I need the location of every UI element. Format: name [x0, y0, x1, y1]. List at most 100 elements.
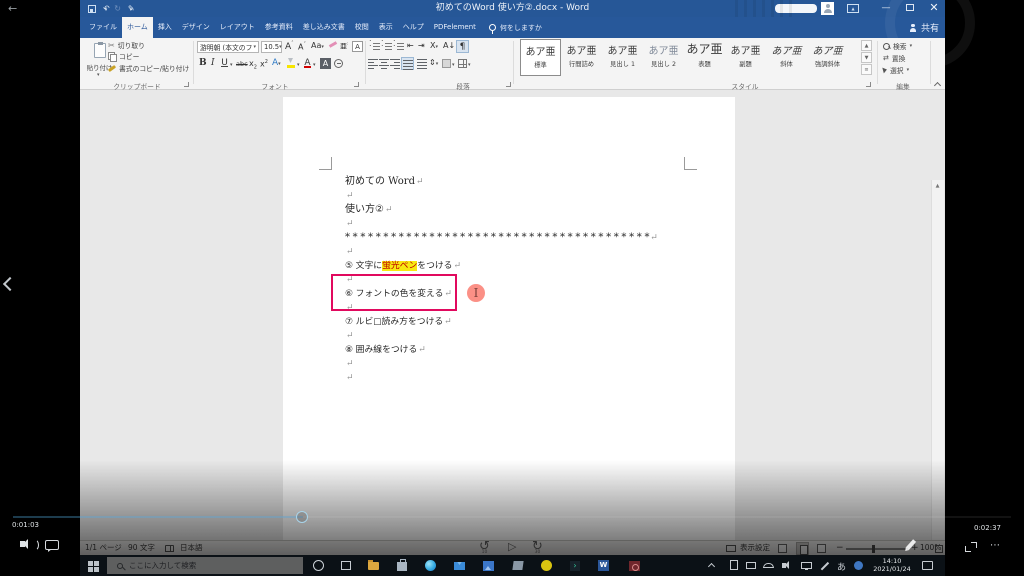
font-color-button[interactable]: A	[303, 58, 312, 68]
clipboard-dialog-launcher[interactable]	[184, 82, 189, 87]
zoom-slider-track[interactable]	[846, 548, 908, 550]
tray-pen-icon[interactable]	[821, 562, 829, 570]
language-indicator[interactable]: 日本語	[180, 541, 203, 556]
distribute-button[interactable]	[417, 58, 427, 69]
align-left-button[interactable]	[368, 58, 378, 69]
numbering-button[interactable]	[381, 41, 392, 52]
print-layout-icon[interactable]	[796, 542, 809, 555]
character-border-button[interactable]: A	[352, 41, 363, 52]
file-explorer-icon[interactable]	[368, 562, 379, 570]
borders-caret[interactable]: ▾	[468, 62, 471, 68]
web-layout-icon[interactable]	[817, 544, 826, 553]
doc-line[interactable]: * * * * * * * * * * * * * * * * * * * * …	[345, 231, 725, 245]
scroll-up-icon[interactable]: ▲	[933, 182, 942, 191]
ribbon-tab[interactable]: ファイル	[84, 17, 122, 38]
ribbon-tab[interactable]: 差し込み文書	[298, 17, 350, 38]
cortana-icon[interactable]	[313, 560, 324, 571]
share-button[interactable]: 共有	[909, 17, 939, 38]
ribbon-tab[interactable]: ホーム	[122, 17, 153, 38]
line-spacing-button[interactable]: ⇕▾	[429, 58, 438, 67]
volume-icon[interactable]	[20, 541, 25, 547]
doc-line[interactable]: ↵	[345, 329, 725, 343]
tray-clock[interactable]: 14:102021/01/24	[868, 558, 916, 573]
multilevel-list-button[interactable]	[393, 41, 404, 52]
ribbon-tab[interactable]: レイアウト	[215, 17, 260, 38]
word-count[interactable]: 90 文字	[128, 541, 155, 556]
share-app-icon[interactable]: ›	[570, 561, 580, 571]
ribbon-tab[interactable]: 校閲	[350, 17, 374, 38]
tray-folder-icon[interactable]	[746, 562, 756, 569]
tray-onedrive-icon[interactable]	[763, 563, 774, 568]
style-item[interactable]: あア亜標準	[520, 39, 561, 76]
doc-line[interactable]: ↵	[345, 245, 725, 259]
highlight-caret[interactable]: ▾	[297, 62, 300, 68]
tray-volume-icon[interactable]	[782, 563, 786, 568]
bold-button[interactable]: B	[199, 58, 207, 68]
tray-ime-icon[interactable]: あ	[837, 560, 846, 573]
font-name-combo[interactable]: 游明朝 (本文のフ▾	[197, 41, 259, 53]
doc-line[interactable]: ↵	[345, 217, 725, 231]
doc-line[interactable]: ↵	[345, 189, 725, 203]
ribbon-tab[interactable]: デザイン	[177, 17, 215, 38]
mail-icon[interactable]	[454, 562, 465, 570]
recorder-icon[interactable]	[629, 561, 640, 571]
strikethrough-button[interactable]: abc	[236, 60, 248, 68]
ruby-button[interactable]: 亜:	[340, 41, 348, 51]
paragraph-dialog-launcher[interactable]	[506, 82, 511, 87]
account-avatar[interactable]	[821, 2, 834, 15]
notification-center-icon[interactable]	[922, 561, 933, 570]
vertical-scrollbar[interactable]	[931, 180, 944, 540]
read-mode-icon[interactable]	[778, 544, 787, 553]
style-item[interactable]: あア亜斜体	[766, 39, 807, 76]
increase-indent-button[interactable]: ⇥	[418, 41, 425, 50]
sort-button[interactable]: A↓	[443, 41, 455, 50]
show-formatting-marks-button[interactable]: ¶	[456, 40, 469, 53]
align-center-button[interactable]	[379, 58, 389, 69]
justify-button[interactable]	[401, 57, 414, 70]
ribbon-tab[interactable]: PDFelement	[429, 17, 481, 38]
styles-scroll-up[interactable]: ▲	[861, 40, 872, 51]
doc-line[interactable]: ⑦ ルビ□読み方をつける↵	[345, 315, 725, 329]
asian-layout-button[interactable]: X▾	[430, 41, 438, 50]
doc-line[interactable]: 初めての Word↵	[345, 175, 725, 189]
notes-app-icon[interactable]	[512, 561, 523, 570]
doc-line[interactable]: 使い方②↵	[345, 203, 725, 217]
ribbon-display-options-icon[interactable]: ▲	[847, 4, 859, 13]
phonetic-brush-icon[interactable]	[329, 41, 337, 48]
font-dialog-launcher[interactable]	[354, 82, 359, 87]
close-button[interactable]: ✕	[925, 0, 943, 17]
play-button[interactable]: ▷	[508, 540, 516, 554]
sticky-notes-icon[interactable]	[541, 560, 552, 571]
grow-font-button[interactable]: Aˆ	[285, 41, 294, 52]
cut-button[interactable]: ✂切り取り	[108, 40, 145, 50]
doc-line[interactable]: ⑧ 囲み線をつける↵	[345, 343, 725, 357]
doc-line[interactable]: ⑤ 文字に蛍光ペンをつける↵	[345, 259, 725, 273]
tray-expand-icon[interactable]	[708, 563, 715, 570]
shading-button[interactable]	[442, 59, 451, 68]
player-prev-icon[interactable]	[3, 277, 17, 291]
italic-button[interactable]: I	[211, 58, 215, 68]
doc-line[interactable]: ↵	[345, 371, 725, 385]
ribbon-tab[interactable]: 表示	[374, 17, 398, 38]
tray-app-icon[interactable]	[854, 561, 863, 570]
copy-button[interactable]: コピー	[108, 51, 139, 61]
style-item[interactable]: あア亜行間詰め	[561, 39, 602, 76]
photos-icon[interactable]	[483, 561, 494, 571]
document-page[interactable]: 初めての Word↵↵使い方②↵↵* * * * * * * * * * * *…	[283, 97, 735, 540]
style-item[interactable]: あア亜副題	[725, 39, 766, 76]
shading-caret[interactable]: ▾	[452, 62, 455, 68]
style-item[interactable]: あア亜見出し 1	[602, 39, 643, 76]
font-size-combo[interactable]: 10.5▾	[261, 41, 282, 53]
character-shading-button[interactable]: A	[320, 58, 331, 69]
styles-scroll-down[interactable]: ▼	[861, 52, 872, 63]
display-settings[interactable]: 表示設定	[740, 541, 770, 556]
player-back-icon[interactable]: ←	[8, 2, 17, 15]
more-options-icon[interactable]: ⋯	[990, 540, 1001, 551]
task-view-icon[interactable]	[341, 561, 351, 570]
style-item[interactable]: あア亜見出し 2	[643, 39, 684, 76]
store-icon[interactable]	[397, 562, 407, 571]
fit-page-icon[interactable]	[935, 545, 943, 553]
ribbon-tab[interactable]: 参考資料	[260, 17, 298, 38]
style-item[interactable]: あア亜表題	[684, 39, 725, 76]
tell-me-box[interactable]: 何をしますか	[481, 17, 550, 38]
